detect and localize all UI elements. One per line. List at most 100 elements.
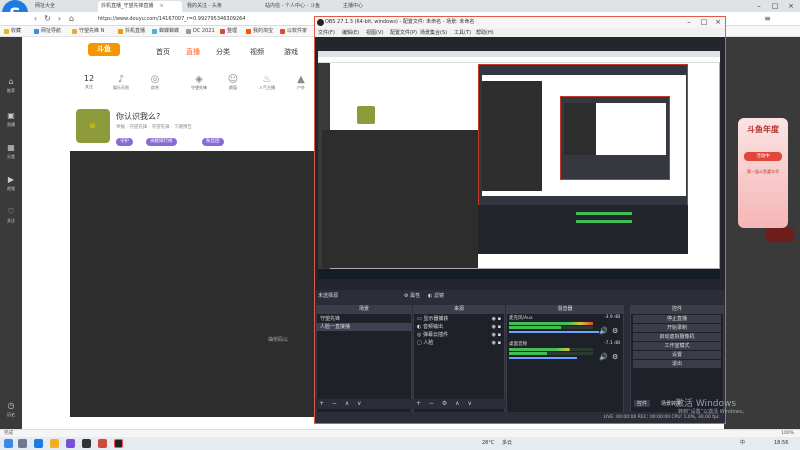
close-icon[interactable]: × [160,1,164,12]
nested-addressbar [318,57,720,63]
rail-item-recommend[interactable]: ⌂ 推荐 [0,76,22,98]
category-outdoor[interactable]: ▲ 户外 [288,74,314,91]
fans-button[interactable]: 粉丝团 [202,138,224,146]
menu-tools[interactable]: 工具(T) [454,29,471,36]
studio-mode-button[interactable]: 工作室模式 [633,342,721,350]
promo-button[interactable]: 活动中 [744,152,782,161]
home-icon[interactable]: ⌂ [66,13,77,25]
menu-scene-collection[interactable]: 场景集合(S) [420,29,447,36]
bookmark-item[interactable]: 守望先锋 N [72,26,104,37]
category-popular[interactable]: ♨ 人气主播 [254,74,280,91]
streamer-avatar[interactable]: 🐸 [76,109,110,143]
refresh-icon[interactable]: ↻ [42,13,53,25]
clock[interactable]: 18:56 [774,437,788,450]
eye-icon[interactable]: ◉ ▪ [492,339,501,347]
gear-icon[interactable]: ⚙ [612,353,618,361]
eye-icon[interactable]: ◉ ▪ [492,323,501,331]
source-item[interactable]: ▭ 显示器捕获 ◉ ▪ [413,315,505,323]
category-overwatch[interactable]: ◈ 守望先锋 [186,74,212,91]
scene-item[interactable]: 人脸一直接播 [316,323,412,331]
bookmark-item[interactable]: 蝉蝶蝉蝶 [152,26,179,37]
nav-home[interactable]: 首页 [156,47,170,57]
gear-icon[interactable]: ⚙ [612,327,618,335]
category-label: 户外 [297,85,305,90]
nav-category[interactable]: 分类 [216,47,230,57]
obs-close-icon[interactable]: × [711,17,725,28]
filters-button[interactable]: ◐ 滤镜 [428,292,444,299]
properties-button[interactable]: ⚙ 属性 [404,292,420,299]
menu-file[interactable]: 文件(F) [318,29,335,36]
nav-video[interactable]: 视频 [250,47,264,57]
tab-1[interactable]: 网址大全 [32,1,96,12]
tab-2[interactable]: 抖机直播_守望先锋直播 × [98,1,182,12]
eye-icon[interactable]: ◉ ▪ [492,331,501,339]
volume-slider[interactable] [509,357,577,359]
scene-item[interactable]: 守望先锋 [316,315,412,323]
bookmark-item[interactable]: 收藏 [4,26,21,37]
category-beauty[interactable]: ☺ 颜值 [220,74,246,91]
bookmark-item[interactable]: 以软件家 [280,26,307,37]
folder-icon[interactable] [50,439,59,448]
speaker-icon[interactable]: 🔊 [599,327,608,335]
source-item[interactable]: ◎ 弹幕云插件 ◉ ▪ [413,331,505,339]
start-recording-button[interactable]: 开始录制 [633,324,721,332]
category-general[interactable]: ◎ 综合 [142,74,168,91]
rail-item-category[interactable]: ▦ 分类 [0,142,22,164]
app-icon[interactable] [98,439,107,448]
source-item[interactable]: ▢ 人脸 ◉ ▪ [413,339,505,347]
menu-help[interactable]: 帮助(H) [476,29,494,36]
tab-5[interactable]: 主播中心 [340,1,404,12]
close-window-icon[interactable]: × [784,0,798,12]
speaker-icon[interactable]: 🔊 [599,353,608,361]
menu-view[interactable]: 视图(V) [366,29,383,36]
menu-edit[interactable]: 编辑(E) [342,29,359,36]
ime-indicator[interactable]: 中 [740,437,745,450]
rail-item-video[interactable]: ▶ 视频 [0,174,22,196]
guard-badge[interactable]: 守护 [116,138,133,146]
tab-controls[interactable]: 控件 [634,400,651,407]
sources-footer[interactable]: + − ⚙ ∧ ∨ [413,399,505,409]
rail-item-follow[interactable]: ♡ 关注 [0,206,22,228]
bookmark-item[interactable]: 抖机直播 [118,26,145,37]
forward-icon[interactable]: › [54,13,65,25]
app-icon[interactable] [82,439,91,448]
obs-minimize-icon[interactable]: – [682,17,696,28]
app-icon[interactable] [66,439,75,448]
menu-icon[interactable]: ≡ [762,13,773,25]
settings-button[interactable]: 设置 [633,351,721,359]
search-icon[interactable] [18,439,27,448]
stop-streaming-button[interactable]: 停止直播 [633,315,721,323]
menu-profile[interactable]: 配置文件(P) [390,29,417,36]
obs-taskbar-icon[interactable] [114,439,123,448]
scenes-footer[interactable]: + − ∧ ∨ [316,399,412,409]
volume-slider[interactable] [509,331,599,333]
obs-maximize-icon[interactable]: □ [697,17,711,28]
eye-icon[interactable]: ◉ ▪ [492,315,501,323]
gift-badge[interactable] [766,228,794,242]
bookmark-item[interactable]: 网址导航 [34,26,61,37]
category-follow[interactable]: 12 关注 [76,74,102,90]
nav-game[interactable]: 游戏 [284,47,298,57]
maximize-icon[interactable]: □ [768,0,782,12]
category-entertain[interactable]: ♪ 娱乐天地 [108,74,134,91]
bookmark-item[interactable]: DC 2021 [186,26,215,37]
rail-item-history[interactable]: ◷ 历史 [0,400,22,422]
exit-button[interactable]: 退出 [633,360,721,368]
back-icon[interactable]: ‹ [30,13,41,25]
douyu-logo[interactable]: 斗鱼 [88,43,120,56]
start-icon[interactable] [4,439,13,448]
tab-3[interactable]: 我的关注 - 头条 [184,1,260,12]
bookmark-item[interactable]: 我的淘宝 [246,26,273,37]
browser-taskbar-icon[interactable] [34,439,43,448]
tab-4[interactable]: 站内信 - 个人中心 - 斗鱼 [262,1,338,12]
video-player[interactable] [70,151,318,417]
rank-button[interactable]: 贡献排行榜 [146,138,177,146]
virtual-camera-button[interactable]: 启动虚拟摄像机 [633,333,721,341]
source-item[interactable]: ◐ 音频输出 ◉ ▪ [413,323,505,331]
rail-item-live[interactable]: ▣ 直播 [0,110,22,132]
minimize-icon[interactable]: – [752,0,766,12]
bookmark-item[interactable]: 整理 [220,26,237,37]
nav-live[interactable]: 直播 [186,47,200,57]
tab-label: 我的关注 - 头条 [187,3,222,9]
app-icon [280,29,285,34]
